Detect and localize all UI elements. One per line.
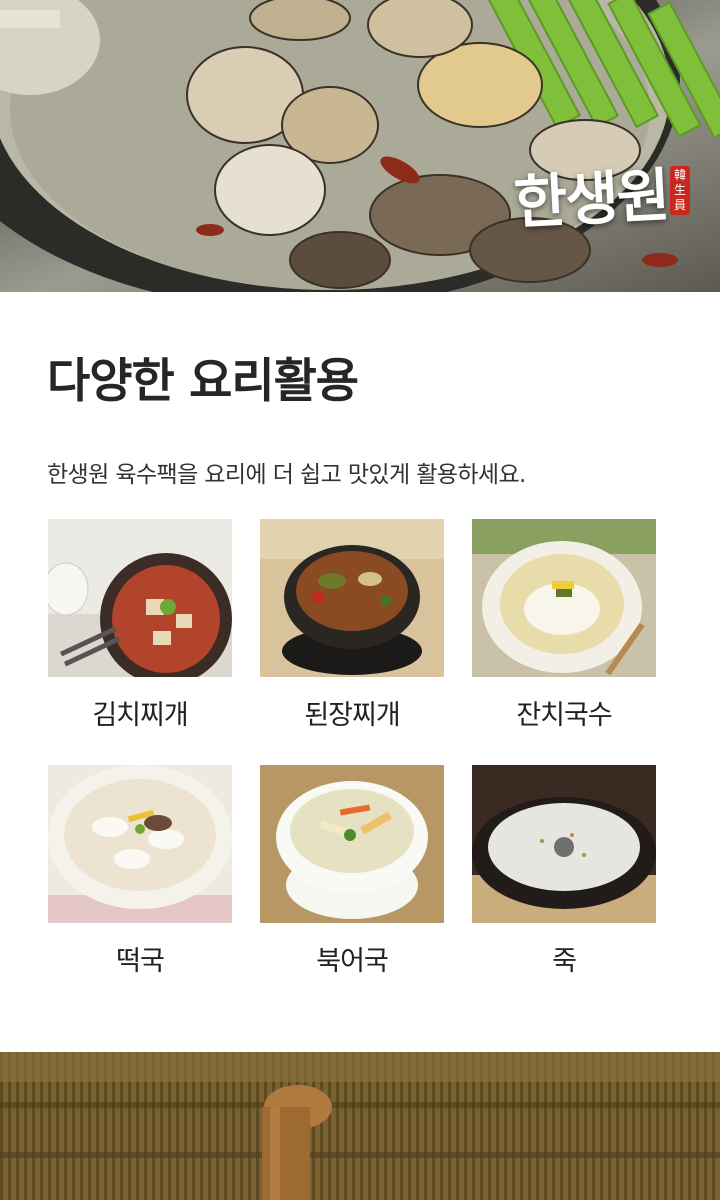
bugeoguk-photo bbox=[260, 765, 444, 923]
dish-label: 북어국 bbox=[316, 946, 389, 977]
dish-label: 김치찌개 bbox=[92, 700, 188, 731]
dish-label: 잔치국수 bbox=[516, 700, 612, 731]
hero-banner: 한생원 韓 生 員 bbox=[0, 0, 720, 292]
dish-item-bugeoguk[interactable]: 북어국 bbox=[260, 765, 444, 977]
dish-item-tteokguk[interactable]: 떡국 bbox=[48, 765, 232, 977]
dish-item-janchi-guksu[interactable]: 잔치국수 bbox=[472, 519, 656, 731]
section-title: 다양한 요리활용 bbox=[47, 354, 359, 409]
doenjang-jjigae-photo bbox=[260, 519, 444, 677]
section-description: 한생원 육수팩을 요리에 더 쉽고 맛있게 활용하세요. bbox=[47, 462, 526, 488]
dish-label: 떡국 bbox=[116, 946, 165, 977]
dish-item-kimchi-jjigae[interactable]: 김치찌개 bbox=[48, 519, 232, 731]
kimchi-jjigae-photo bbox=[48, 519, 232, 677]
tteokguk-photo bbox=[48, 765, 232, 923]
dish-item-juk[interactable]: 죽 bbox=[472, 765, 656, 977]
brand-logo: 한생원 韓 生 員 bbox=[512, 161, 690, 237]
juk-photo bbox=[472, 765, 656, 923]
janchi-guksu-photo bbox=[472, 519, 656, 677]
bottom-banner bbox=[0, 1052, 720, 1200]
dish-label: 죽 bbox=[552, 946, 577, 977]
dish-item-doenjang-jjigae[interactable]: 된장찌개 bbox=[260, 519, 444, 731]
brand-logo-text: 한생원 bbox=[512, 161, 670, 237]
bamboo-mat-photo bbox=[0, 1052, 720, 1200]
clam-broth-photo bbox=[0, 0, 720, 292]
brand-seal: 韓 生 員 bbox=[670, 166, 690, 215]
dish-label: 된장찌개 bbox=[304, 700, 400, 731]
